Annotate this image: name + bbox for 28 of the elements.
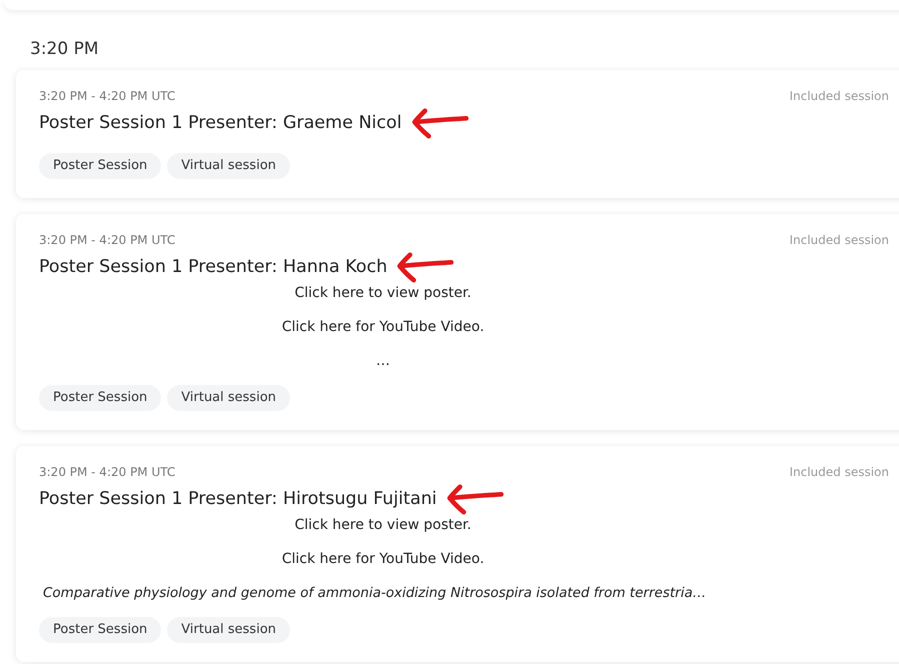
annotation-arrow-icon: [395, 251, 456, 283]
tag-chip: Poster Session: [39, 617, 162, 643]
session-time: 3:20 PM - 4:20 PM UTC: [39, 88, 176, 105]
session-time: 3:20 PM - 4:20 PM UTC: [39, 464, 176, 481]
tag-chip: Poster Session: [39, 153, 162, 179]
access-label: Included session: [789, 88, 889, 105]
annotation-arrow-icon: [410, 107, 470, 139]
session-card[interactable]: 3:20 PM - 4:20 PM UTC Included session Poster Session 1 Presenter: Hanna Koch Click here to view poster. Click here for YouTube Video. … Poster Session Virtual session: [16, 214, 899, 430]
description-line: Click here for YouTube Video.: [280, 550, 486, 569]
description-text: Comparative physiology and genome of ammonia-oxidizing Nitrosospira isolated from terrestria…: [42, 584, 708, 603]
annotation-arrow-icon: [444, 483, 505, 515]
description-line: Click here to view poster.: [294, 516, 472, 535]
time-heading: 3:20 PM: [30, 38, 100, 60]
description-line: Click here to view poster.: [294, 284, 472, 303]
session-title[interactable]: Poster Session 1 Presenter: Hirotsugu Fujitani: [39, 486, 437, 512]
session-card[interactable]: 3:20 PM - 4:20 PM UTC Included session Poster Session 1 Presenter: Graeme Nicol Poster Session Virtual session: [16, 70, 899, 198]
description-line: …: [375, 352, 391, 371]
tag-chip: Virtual session: [167, 385, 290, 411]
tag-chip: Virtual session: [167, 617, 290, 643]
session-card[interactable]: [16, 446, 899, 662]
access-label: Included session: [789, 232, 889, 249]
description-line: Click here for YouTube Video.: [280, 318, 486, 337]
session-title[interactable]: Poster Session 1 Presenter: Hanna Koch: [39, 254, 388, 280]
session-title[interactable]: Poster Session 1 Presenter: Graeme Nicol: [39, 110, 402, 136]
session-time: 3:20 PM - 4:20 PM UTC: [39, 232, 176, 249]
tag-chip: Virtual session: [167, 153, 290, 179]
tag-chip: Poster Session: [39, 385, 162, 411]
access-label: Included session: [789, 464, 889, 481]
